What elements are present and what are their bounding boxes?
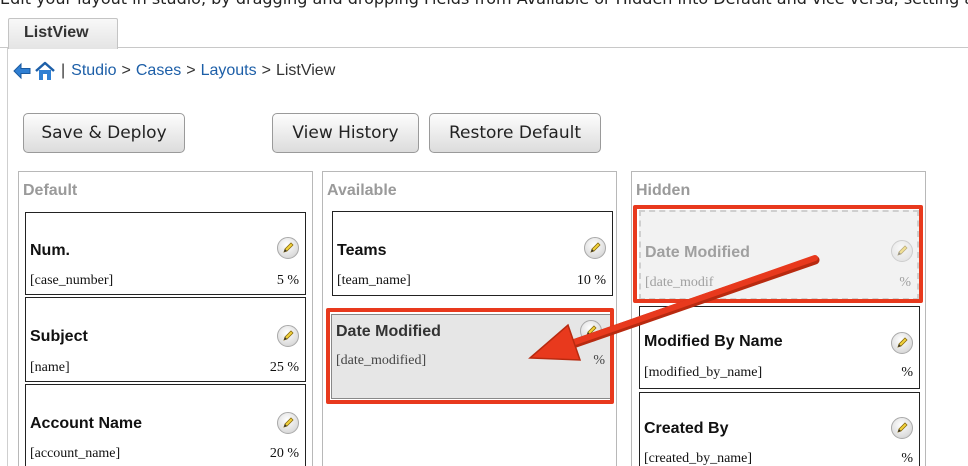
drag-direction-arrow-icon — [528, 255, 820, 361]
